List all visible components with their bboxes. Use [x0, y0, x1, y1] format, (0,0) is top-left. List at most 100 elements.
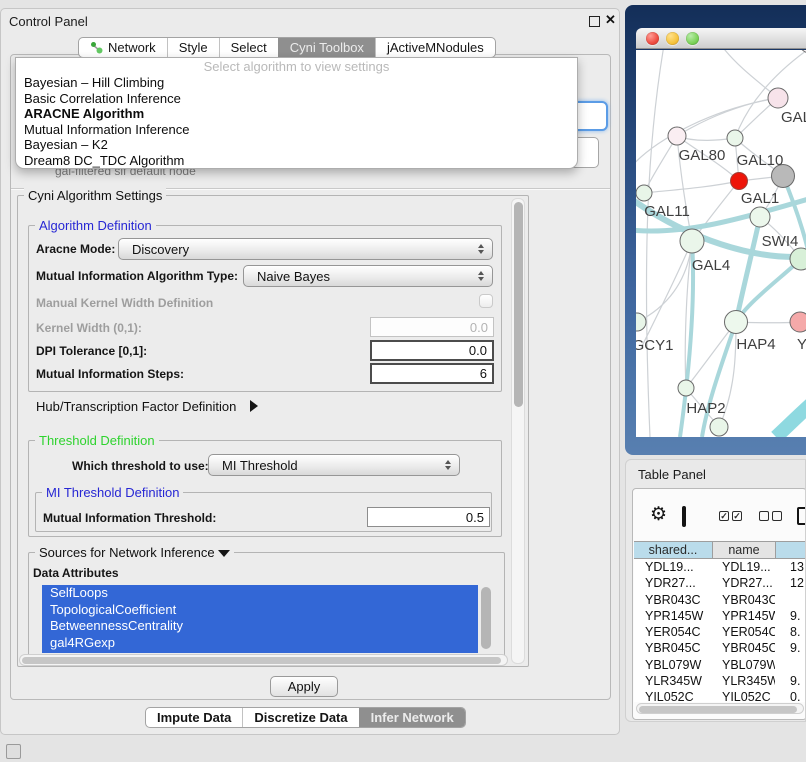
network-node[interactable]	[678, 380, 694, 396]
list-item[interactable]: BetweennessCentrality	[42, 618, 478, 635]
tab-cyni-toolbox[interactable]: Cyni Toolbox	[278, 38, 375, 57]
node-label: GCY1	[636, 337, 673, 354]
algorithm-dropdown-popup: Select algorithm to view settings Bayesi…	[15, 57, 578, 169]
data-attributes-label: Data Attributes	[33, 566, 119, 580]
data-attributes-list: SelfLoops TopologicalCoefficient Between…	[42, 585, 478, 653]
table-row[interactable]: YDR27...YDR27...12	[634, 575, 806, 591]
minimized-panel-icon[interactable]	[6, 744, 21, 759]
table-row[interactable]: YBR043CYBR043C	[634, 592, 806, 608]
column-header-name[interactable]: name	[712, 542, 775, 558]
kernel-width-field[interactable]: 0.0	[370, 317, 494, 337]
mi-type-combo[interactable]: Naive Bayes	[243, 265, 493, 287]
disclosure-right-icon[interactable]	[250, 400, 258, 412]
network-node[interactable]	[636, 313, 646, 331]
column-header-shared-name[interactable]: shared...	[634, 542, 712, 558]
dpi-tolerance-label: DPI Tolerance [0,1]:	[36, 344, 147, 358]
dropdown-item[interactable]: Dream8 DC_TDC Algorithm	[16, 153, 577, 169]
node-label: GAL	[781, 109, 806, 126]
close-traffic-light[interactable]	[646, 32, 659, 45]
dropdown-item[interactable]: Bayesian – Hill Climbing	[16, 75, 577, 91]
aracne-mode-combo[interactable]: Discovery	[118, 238, 493, 260]
list-item[interactable]: TopologicalCoefficient	[42, 602, 478, 619]
split-columns-icon[interactable]	[682, 506, 686, 527]
node-label: GAL10	[737, 152, 784, 169]
table-row[interactable]: YLR345WYLR345W9.	[634, 673, 806, 689]
settings-scrollbar-thumb[interactable]	[514, 202, 523, 407]
dpi-tolerance-field[interactable]: 0.0	[370, 340, 494, 361]
network-icon	[90, 41, 103, 54]
dropdown-item[interactable]: Bayesian – K2	[16, 137, 577, 153]
network-node[interactable]	[710, 418, 728, 436]
kernel-width-label: Kernel Width (0,1):	[36, 321, 142, 335]
network-node-selected[interactable]	[731, 173, 748, 190]
mi-threshold-label: Mutual Information Threshold:	[43, 511, 216, 525]
table-scrollbar-thumb[interactable]	[639, 706, 797, 713]
apply-button[interactable]: Apply	[270, 676, 338, 697]
network-node[interactable]	[768, 88, 788, 108]
tab-discretize-data[interactable]: Discretize Data	[242, 708, 358, 727]
dropdown-item[interactable]: Basic Correlation Inference	[16, 91, 577, 107]
network-window-titlebar[interactable]	[636, 28, 806, 49]
tab-style[interactable]: Style	[167, 38, 219, 57]
zoom-traffic-light[interactable]	[686, 32, 699, 45]
manual-kernel-label: Manual Kernel Width Definition	[36, 296, 213, 310]
checked-box-icon[interactable]: ✓	[732, 511, 742, 521]
list-scrollbar-thumb[interactable]	[481, 587, 491, 649]
table-row[interactable]: YBR045CYBR045C9.	[634, 640, 806, 656]
mi-type-value: Naive Bayes	[257, 269, 330, 284]
network-node[interactable]	[750, 207, 770, 227]
tab-select[interactable]: Select	[219, 38, 278, 57]
list-item[interactable]: SelfLoops	[42, 585, 478, 602]
settings-gear-icon[interactable]: ⚙	[650, 505, 667, 524]
document-icon[interactable]	[797, 507, 806, 525]
network-node[interactable]	[636, 185, 652, 201]
network-canvas[interactable]: GAL GAL80 GAL10 GAL1 GAL11 SWI4 GAL4 GCY…	[636, 50, 806, 437]
network-node[interactable]	[727, 130, 743, 146]
node-label: GAL11	[644, 203, 690, 220]
tab-jactivemnodules[interactable]: jActiveMNodules	[375, 38, 495, 57]
mi-steps-field[interactable]: 6	[370, 363, 494, 384]
node-label: GAL80	[679, 147, 726, 164]
horizontal-scrollbar-thumb[interactable]	[22, 657, 501, 664]
table-row[interactable]: YPR145WYPR145W9.	[634, 608, 806, 624]
settings-horizontal-scrollbar[interactable]	[19, 654, 508, 666]
dropdown-item-selected[interactable]: ARACNE Algorithm	[16, 106, 577, 122]
network-node[interactable]	[680, 229, 704, 253]
minimize-traffic-light[interactable]	[666, 32, 679, 45]
which-threshold-combo[interactable]: MI Threshold	[208, 454, 460, 476]
mi-steps-label: Mutual Information Steps:	[36, 367, 184, 381]
table-rows: YDL19...YDL19...13 YDR27...YDR27...12 YB…	[634, 559, 806, 702]
checked-box-icon[interactable]: ✓	[719, 511, 729, 521]
table-panel-body: ⚙ ✓ ✓ shared... name A YDL19...YDL19...1…	[632, 488, 806, 720]
manual-kernel-checkbox[interactable]	[479, 294, 493, 308]
column-header-partial[interactable]: A	[775, 542, 806, 558]
float-window-icon[interactable]	[589, 16, 600, 27]
unchecked-box-icon[interactable]	[772, 511, 782, 521]
dropdown-item[interactable]: Mutual Information Inference	[16, 122, 577, 138]
disclosure-down-icon[interactable]	[218, 550, 230, 557]
unchecked-box-icon[interactable]	[759, 511, 769, 521]
network-node[interactable]	[668, 127, 686, 145]
list-item[interactable]: gal4RGexp	[42, 635, 478, 652]
combo-stepper-icon	[478, 271, 484, 281]
tab-network[interactable]: Network	[79, 38, 167, 57]
settings-scrollbar[interactable]	[511, 198, 525, 664]
combo-stepper-icon	[478, 244, 484, 254]
table-row[interactable]: YDL19...YDL19...13	[634, 559, 806, 575]
window-title: Control Panel	[9, 14, 88, 29]
network-node[interactable]	[799, 50, 806, 53]
which-threshold-label: Which threshold to use:	[72, 459, 209, 473]
table-row[interactable]: YIL052CYIL052C0.	[634, 689, 806, 702]
close-window-icon[interactable]: ✕	[605, 12, 616, 28]
network-node[interactable]	[790, 312, 806, 332]
tab-infer-network[interactable]: Infer Network	[359, 708, 465, 727]
table-header-row: shared... name A	[634, 541, 806, 559]
mi-threshold-field[interactable]: 0.5	[367, 507, 490, 527]
table-row[interactable]: YER054CYER054C8.	[634, 624, 806, 640]
table-horizontal-scrollbar[interactable]	[636, 703, 804, 714]
aracne-mode-value: Discovery	[132, 242, 189, 257]
mi-type-label: Mutual Information Algorithm Type:	[36, 269, 238, 283]
table-row[interactable]: YBL079WYBL079W	[634, 657, 806, 673]
network-node[interactable]	[725, 311, 748, 334]
tab-impute-data[interactable]: Impute Data	[146, 708, 242, 727]
